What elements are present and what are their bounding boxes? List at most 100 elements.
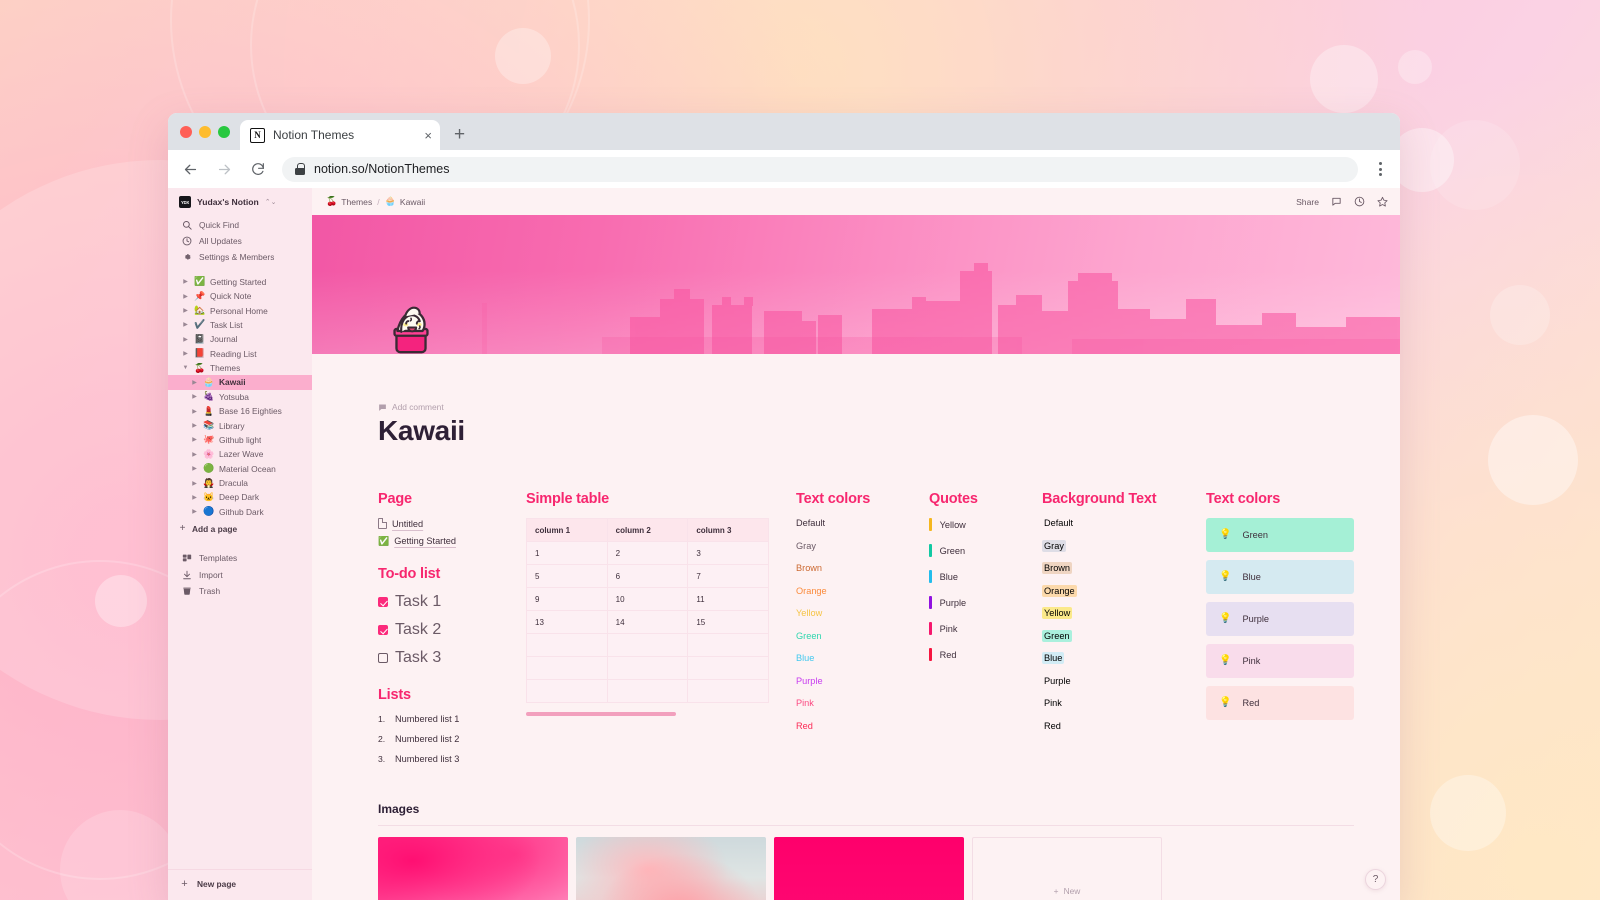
checkbox[interactable] xyxy=(378,597,388,608)
sidebar-item-templates[interactable]: Templates xyxy=(168,550,312,566)
workspace-switcher[interactable]: YDX Yudax's Notion ⌃⌄ xyxy=(168,192,312,212)
todo-item[interactable]: Task 2 xyxy=(378,621,526,639)
sidebar-item-lazer-wave[interactable]: ▶ 🌸 Lazer Wave xyxy=(168,447,312,461)
table-cell[interactable]: 1 xyxy=(526,541,608,566)
sidebar-item-task-list[interactable]: ▶ ✔️ Task List xyxy=(168,318,312,332)
sidebar-item-all-updates[interactable]: All Updates xyxy=(168,233,312,249)
sidebar-item-getting-started[interactable]: ▶ ✅ Getting Started xyxy=(168,275,312,289)
sidebar-item-trash[interactable]: Trash xyxy=(168,583,312,599)
table-cell[interactable]: 13 xyxy=(526,610,608,635)
help-button[interactable]: ? xyxy=(1365,869,1386,890)
star-icon[interactable] xyxy=(1376,196,1388,208)
todo-item[interactable]: Task 3 xyxy=(378,649,526,667)
chevron-right-icon[interactable]: ▶ xyxy=(182,321,189,328)
table-cell[interactable] xyxy=(526,633,608,658)
callout-block[interactable]: 💡 Red xyxy=(1206,686,1354,721)
sidebar-item-journal[interactable]: ▶ 📓 Journal xyxy=(168,332,312,346)
share-button[interactable]: Share xyxy=(1296,197,1319,207)
table-cell[interactable]: 7 xyxy=(687,564,769,589)
table-cell[interactable]: 10 xyxy=(606,587,689,612)
comment-icon[interactable] xyxy=(1330,196,1342,208)
table-horizontal-scrollbar[interactable] xyxy=(526,712,676,717)
sidebar-item-base-16-eighties[interactable]: ▶ 💄 Base 16 Eighties xyxy=(168,404,312,418)
maximize-window-button[interactable] xyxy=(218,125,230,138)
chevron-right-icon[interactable]: ▶ xyxy=(182,350,189,357)
callout-block[interactable]: 💡 Blue xyxy=(1206,560,1354,595)
table-cell[interactable] xyxy=(526,679,608,704)
clock-icon[interactable] xyxy=(1353,196,1365,208)
checkbox[interactable] xyxy=(378,625,388,636)
callout-block[interactable]: 💡 Purple xyxy=(1206,602,1354,637)
table-cell[interactable]: 3 xyxy=(687,541,769,566)
callout-block[interactable]: 💡 Green xyxy=(1206,518,1354,553)
chevron-right-icon[interactable]: ▶ xyxy=(182,336,189,343)
table-cell[interactable] xyxy=(687,679,769,704)
chevron-right-icon[interactable]: ▶ xyxy=(191,465,198,472)
table-cell[interactable]: 6 xyxy=(606,564,689,589)
sidebar-item-personal-home[interactable]: ▶ 🏡 Personal Home xyxy=(168,303,312,317)
chevron-down-icon[interactable]: ▼ xyxy=(182,365,189,371)
breadcrumb-item-themes[interactable]: 🍒 Themes xyxy=(326,197,372,207)
close-window-button[interactable] xyxy=(180,125,192,138)
table-cell[interactable] xyxy=(687,656,769,681)
chevron-right-icon[interactable]: ▶ xyxy=(191,494,198,501)
callout-block[interactable]: 💡 Pink xyxy=(1206,644,1354,679)
gallery-new-button[interactable]: + New xyxy=(972,837,1162,900)
chevron-right-icon[interactable]: ▶ xyxy=(191,436,198,443)
chevron-right-icon[interactable]: ▶ xyxy=(191,408,198,415)
browser-tab[interactable]: N Notion Themes × xyxy=(240,120,440,150)
chevron-right-icon[interactable]: ▶ xyxy=(191,451,198,458)
page-link-getting-started[interactable]: ✅ Getting Started xyxy=(378,536,526,546)
sidebar-item-dracula[interactable]: ▶ 🧛 Dracula xyxy=(168,476,312,490)
browser-menu-icon[interactable] xyxy=(1372,162,1388,176)
page-cover[interactable] xyxy=(312,215,1400,354)
chevron-right-icon[interactable]: ▶ xyxy=(182,293,189,300)
reload-icon[interactable] xyxy=(248,159,268,179)
sidebar-new-page-button[interactable]: + New page xyxy=(168,876,312,892)
table-cell[interactable] xyxy=(606,679,689,704)
minimize-window-button[interactable] xyxy=(199,125,211,138)
sidebar-item-import[interactable]: Import xyxy=(168,567,312,583)
table-cell[interactable]: 2 xyxy=(606,541,689,566)
sidebar-item-library[interactable]: ▶ 📚 Library xyxy=(168,418,312,432)
chevron-right-icon[interactable]: ▶ xyxy=(191,422,198,429)
chevron-right-icon[interactable]: ▶ xyxy=(182,278,189,285)
sidebar-add-page-button[interactable]: + Add a page xyxy=(168,521,312,536)
table-cell[interactable] xyxy=(526,656,608,681)
chevron-right-icon[interactable]: ▶ xyxy=(191,379,198,386)
checkbox[interactable] xyxy=(378,653,388,664)
page-link-untitled[interactable]: Untitled xyxy=(378,518,526,530)
sidebar-item-quick-find[interactable]: Quick Find xyxy=(168,217,312,233)
chevron-right-icon[interactable]: ▶ xyxy=(191,508,198,515)
page-icon-cupcake[interactable] xyxy=(380,297,442,359)
table-cell[interactable]: 9 xyxy=(526,587,608,612)
chevron-right-icon[interactable]: ▶ xyxy=(182,307,189,314)
close-icon[interactable]: × xyxy=(424,129,432,142)
sidebar-item-kawaii[interactable]: ▶ 🧁 Kawaii xyxy=(168,375,312,390)
table-cell[interactable]: 11 xyxy=(687,587,769,612)
sidebar-item-github-dark[interactable]: ▶ 🔵 Github Dark xyxy=(168,505,312,519)
table-cell[interactable]: 15 xyxy=(687,610,769,635)
gallery-card-coral-ink[interactable] xyxy=(576,837,766,900)
sidebar-item-quick-note[interactable]: ▶ 📌 Quick Note xyxy=(168,289,312,303)
sidebar-item-reading-list[interactable]: ▶ 📕 Reading List xyxy=(168,346,312,360)
chevron-right-icon[interactable]: ▶ xyxy=(191,480,198,487)
table-cell[interactable]: 5 xyxy=(526,564,608,589)
forward-icon[interactable] xyxy=(214,159,234,179)
table-cell[interactable] xyxy=(606,633,689,658)
sidebar-item-yotsuba[interactable]: ▶ 🍇 Yotsuba xyxy=(168,390,312,404)
new-tab-button[interactable]: + xyxy=(454,125,465,144)
chevron-right-icon[interactable]: ▶ xyxy=(191,393,198,400)
sidebar-item-themes[interactable]: ▼ 🍒 Themes xyxy=(168,361,312,375)
address-bar[interactable]: notion.so/NotionThemes xyxy=(282,156,1358,182)
back-icon[interactable] xyxy=(180,159,200,179)
sidebar-item-settings-members[interactable]: Settings & Members xyxy=(168,249,312,265)
table-cell[interactable] xyxy=(606,656,689,681)
sidebar-item-github-light[interactable]: ▶ 🐙 Github light xyxy=(168,433,312,447)
sidebar-item-material-ocean[interactable]: ▶ 🟢 Material Ocean xyxy=(168,461,312,475)
todo-item[interactable]: Task 1 xyxy=(378,593,526,611)
breadcrumb-item-kawaii[interactable]: 🧁 Kawaii xyxy=(385,197,426,207)
add-comment-button[interactable]: Add comment xyxy=(378,402,1354,412)
gallery-card-pink-smoke[interactable] xyxy=(378,837,568,900)
table-cell[interactable]: 14 xyxy=(606,610,689,635)
